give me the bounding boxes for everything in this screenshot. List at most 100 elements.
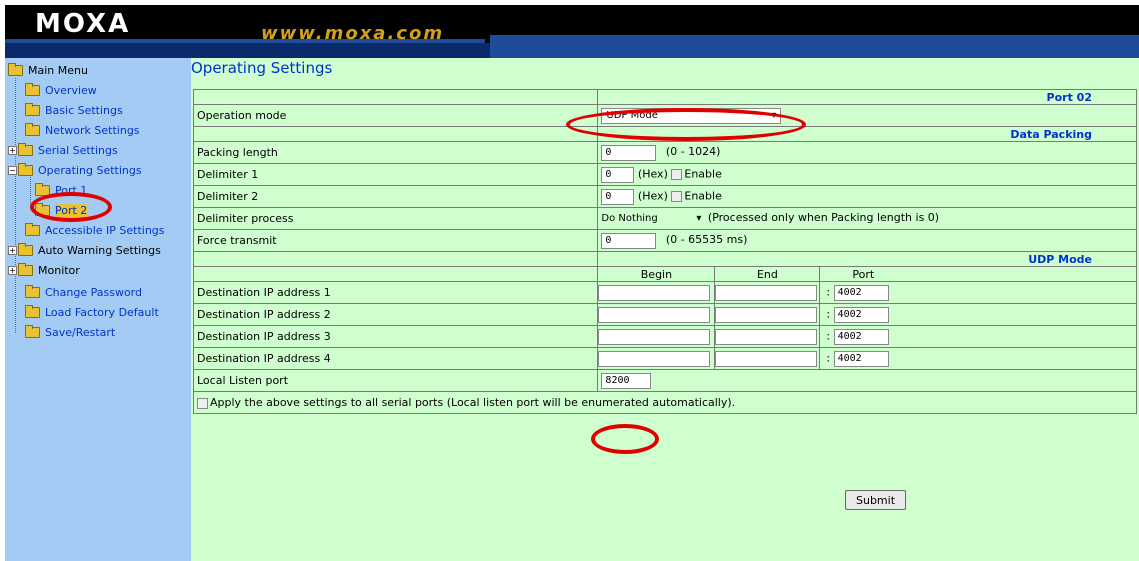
sidebar-item-label: Main Menu (28, 63, 88, 77)
chevron-down-icon: ▾ (771, 110, 777, 121)
folder-icon (25, 304, 40, 318)
destination-port-input[interactable] (833, 350, 889, 367)
local-listen-port-label: Local Listen port (192, 369, 599, 392)
packing-length-label: Packing length (192, 141, 599, 164)
destination-end-input[interactable] (715, 306, 818, 323)
destination-label: Destination IP address 1 (192, 281, 599, 304)
destination-begin-input[interactable] (598, 328, 711, 345)
destination-port-input[interactable] (833, 306, 889, 323)
operation-mode-select[interactable]: UDP Mode ▾ (601, 107, 782, 124)
force-transmit-cell: (0 - 65535 ms) (597, 229, 1137, 252)
sidebar-item-label: Load Factory Default (45, 305, 159, 319)
folder-icon (35, 182, 50, 196)
sidebar-item-port-1[interactable]: Port 1 (35, 181, 87, 199)
sidebar-item-network-settings[interactable]: Network Settings (25, 121, 140, 139)
destination-port-input[interactable] (833, 328, 889, 345)
destination-end-input[interactable] (715, 350, 818, 367)
port-header-row: Port 02 (192, 89, 1137, 105)
delimiter2-enable-checkbox[interactable] (671, 190, 683, 202)
expand-icon[interactable]: + (8, 245, 17, 255)
destination-begin-input[interactable] (598, 350, 711, 367)
packing-length-range: (0 - 1024) (665, 145, 721, 158)
destination-end-input[interactable] (715, 284, 818, 301)
destination-row-3: Destination IP address 3 : (192, 325, 1137, 348)
folder-icon (18, 142, 33, 156)
submit-button[interactable]: Submit (845, 490, 907, 510)
delimiter-process-select[interactable]: Do Nothing ▾ (601, 211, 701, 227)
delimiter1-input[interactable] (601, 166, 635, 183)
sidebar-item-load-factory-default[interactable]: Load Factory Default (25, 303, 159, 321)
destination-label: Destination IP address 2 (192, 303, 599, 326)
enable-label: Enable (684, 189, 722, 202)
sidebar-item-label: Basic Settings (45, 103, 123, 117)
moxa-logo[interactable]: MOXA (35, 9, 130, 39)
header-band-right (490, 35, 1139, 58)
tree-line (15, 78, 16, 333)
local-listen-port-row: Local Listen port (192, 369, 1137, 392)
col-port: Port (819, 266, 1137, 282)
sidebar-item-label: Network Settings (45, 123, 140, 137)
packing-length-cell: (0 - 1024) (597, 141, 1137, 164)
delimiter-process-cell: Do Nothing ▾ (Processed only when Packin… (597, 207, 1137, 230)
destination-row-4: Destination IP address 4 : (192, 347, 1137, 370)
sidebar-item-basic-settings[interactable]: Basic Settings (25, 101, 123, 119)
delimiter1-row: Delimiter 1 (Hex) Enable (192, 163, 1137, 186)
sidebar-item-port-2[interactable]: Port 2 (35, 201, 88, 219)
delimiter1-enable-checkbox[interactable] (671, 168, 683, 180)
expand-icon[interactable]: + (8, 145, 17, 155)
sidebar-item-monitor[interactable]: + Monitor (8, 261, 80, 279)
sidebar-item-label: Serial Settings (38, 143, 118, 157)
delimiter-process-value: Do Nothing (601, 213, 658, 224)
folder-icon (35, 202, 50, 216)
sidebar-item-serial-settings[interactable]: + Serial Settings (8, 141, 118, 159)
sidebar-item-label: Change Password (45, 285, 142, 299)
sidebar-item-main-menu[interactable]: Main Menu (8, 61, 88, 79)
chevron-down-icon: ▾ (696, 213, 702, 224)
destination-row-2: Destination IP address 2 : (192, 303, 1137, 326)
sidebar-item-label: Monitor (38, 263, 80, 277)
udp-columns-row: Begin End Port (192, 266, 1137, 282)
delimiter2-row: Delimiter 2 (Hex) Enable (192, 185, 1137, 208)
destination-label: Destination IP address 4 (192, 347, 599, 370)
folder-icon (18, 262, 33, 276)
destination-begin-input[interactable] (598, 284, 711, 301)
sidebar-item-change-password[interactable]: Change Password (25, 283, 142, 301)
sidebar-item-accessible-ip-settings[interactable]: Accessible IP Settings (25, 221, 165, 239)
udp-mode-header-row: UDP Mode (192, 251, 1137, 267)
sidebar-item-label: Accessible IP Settings (45, 223, 165, 237)
delimiter2-input[interactable] (601, 188, 635, 205)
sidebar-item-label: Overview (45, 83, 97, 97)
destination-end-input[interactable] (715, 328, 818, 345)
hex-label: (Hex) (637, 167, 668, 180)
sidebar-item-label: Port 1 (55, 183, 88, 197)
delimiter2-label: Delimiter 2 (192, 185, 599, 208)
sidebar-item-overview[interactable]: Overview (25, 81, 97, 99)
delimiter-process-row: Delimiter process Do Nothing ▾ (Processe… (192, 207, 1137, 230)
delimiter-process-note: (Processed only when Packing length is 0… (707, 211, 940, 224)
apply-all-label: Apply the above settings to all serial p… (210, 396, 736, 409)
force-transmit-input[interactable] (601, 232, 657, 249)
data-packing-header-row: Data Packing (192, 126, 1137, 142)
sidebar-item-label: Port 2 (55, 203, 88, 217)
expand-icon[interactable]: + (8, 265, 17, 275)
sidebar-item-operating-settings[interactable]: − Operating Settings (8, 161, 142, 179)
local-listen-port-cell (597, 369, 1137, 392)
operation-mode-cell: UDP Mode ▾ (597, 104, 1137, 127)
delimiter-process-label: Delimiter process (192, 207, 599, 230)
destination-port-input[interactable] (833, 284, 889, 301)
sidebar-item-label: Save/Restart (45, 325, 116, 339)
folder-icon (25, 324, 40, 338)
folder-icon (25, 122, 40, 136)
sidebar-item-save-restart[interactable]: Save/Restart (25, 323, 115, 341)
destination-begin-input[interactable] (598, 306, 711, 323)
local-listen-port-input[interactable] (601, 372, 652, 389)
col-begin: Begin (597, 266, 716, 282)
packing-length-input[interactable] (601, 144, 657, 161)
apply-all-cell: Apply the above settings to all serial p… (193, 391, 1137, 414)
sidebar-item-auto-warning-settings[interactable]: + Auto Warning Settings (8, 241, 161, 259)
main-content: Operating Settings Port 02 Operation mod… (191, 58, 1139, 561)
sidebar-item-label: Auto Warning Settings (38, 243, 161, 257)
collapse-icon[interactable]: − (8, 165, 17, 175)
apply-all-checkbox[interactable] (197, 397, 208, 409)
folder-icon (25, 222, 40, 236)
